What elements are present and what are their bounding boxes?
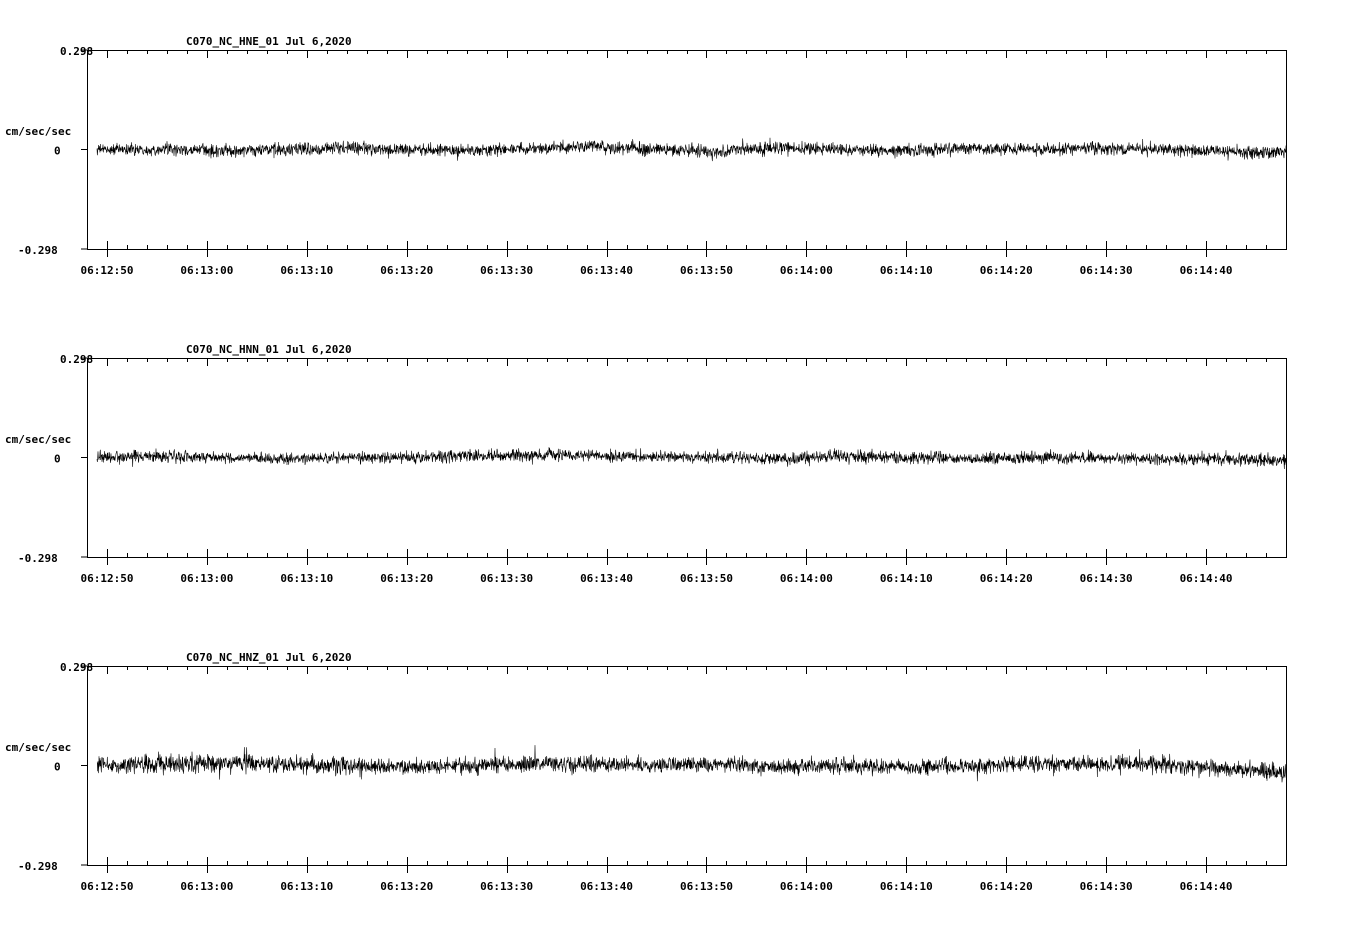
x-tick-label: 06:13:20 [380, 880, 433, 893]
x-tick-label: 06:13:40 [580, 572, 633, 585]
x-tick-label: 06:13:00 [180, 264, 233, 277]
x-tick-label: 06:14:10 [880, 264, 933, 277]
x-tick-label: 06:13:10 [280, 264, 333, 277]
x-tick-label: 06:14:30 [1080, 880, 1133, 893]
x-tick-label: 06:13:10 [280, 880, 333, 893]
x-tick-label: 06:14:20 [980, 572, 1033, 585]
x-tick-label: 06:13:40 [580, 264, 633, 277]
y-axis-label: cm/sec/sec [5, 433, 71, 446]
chart-panel-1: C070_NC_HNN_01 Jul 6,2020 cm/sec/sec 0.298… [5, 343, 1287, 585]
x-tick-label: 06:13:30 [480, 572, 533, 585]
x-tick-label: 06:14:30 [1080, 572, 1133, 585]
y-axis-label: cm/sec/sec [5, 125, 71, 138]
chart-panel-0: C070_NC_HNE_01 Jul 6,2020 cm/sec/sec 0.298… [5, 35, 1287, 277]
x-tick-label: 06:12:50 [80, 572, 133, 585]
trace-line [96, 137, 1287, 162]
x-tick-label: 06:14:20 [980, 880, 1033, 893]
seismogram-svg: C070_NC_HNE_01 Jul 6,2020 cm/sec/sec 0.298… [5, 35, 1287, 893]
x-tick-label: 06:14:40 [1180, 572, 1233, 585]
x-tick-label: 06:14:30 [1080, 264, 1133, 277]
x-tick-label: 06:13:50 [680, 880, 733, 893]
x-tick-label: 06:13:20 [380, 572, 433, 585]
y-tick-label: 0 [54, 453, 61, 466]
x-tick-label: 06:14:40 [1180, 264, 1233, 277]
x-tick-label: 06:12:50 [80, 264, 133, 277]
x-tick-label: 06:14:00 [780, 264, 833, 277]
y-tick-label: -0.298 [18, 552, 58, 565]
y-tick-label: -0.298 [18, 860, 58, 873]
x-tick-label: 06:13:40 [580, 880, 633, 893]
chart-title: C070_NC_HNZ_01 Jul 6,2020 [186, 651, 352, 664]
x-tick-label: 06:13:00 [180, 572, 233, 585]
y-tick-label: 0 [54, 761, 61, 774]
x-tick-label: 06:13:50 [680, 572, 733, 585]
y-tick-label: -0.298 [18, 244, 58, 257]
x-tick-label: 06:12:50 [80, 880, 133, 893]
x-tick-label: 06:13:20 [380, 264, 433, 277]
x-tick-label: 06:14:40 [1180, 880, 1233, 893]
y-axis-label: cm/sec/sec [5, 741, 71, 754]
y-tick-label: 0.298 [60, 353, 93, 366]
chart-title: C070_NC_HNN_01 Jul 6,2020 [186, 343, 352, 356]
seismogram-figure: C070_NC_HNE_01 Jul 6,2020 cm/sec/sec 0.298… [0, 0, 1358, 924]
x-tick-label: 06:13:50 [680, 264, 733, 277]
x-tick-label: 06:13:00 [180, 880, 233, 893]
x-tick-label: 06:13:30 [480, 264, 533, 277]
x-tick-label: 06:14:10 [880, 880, 933, 893]
y-tick-label: 0.298 [60, 45, 93, 58]
trace-line [96, 745, 1287, 783]
x-tick-label: 06:14:20 [980, 264, 1033, 277]
trace-line [96, 447, 1287, 470]
y-tick-label: 0.298 [60, 661, 93, 674]
chart-panel-2: C070_NC_HNZ_01 Jul 6,2020 cm/sec/sec 0.298… [5, 651, 1287, 893]
chart-title: C070_NC_HNE_01 Jul 6,2020 [186, 35, 352, 48]
x-tick-label: 06:14:00 [780, 880, 833, 893]
x-tick-label: 06:14:10 [880, 572, 933, 585]
x-tick-label: 06:13:10 [280, 572, 333, 585]
y-tick-label: 0 [54, 145, 61, 158]
x-tick-label: 06:14:00 [780, 572, 833, 585]
x-tick-label: 06:13:30 [480, 880, 533, 893]
